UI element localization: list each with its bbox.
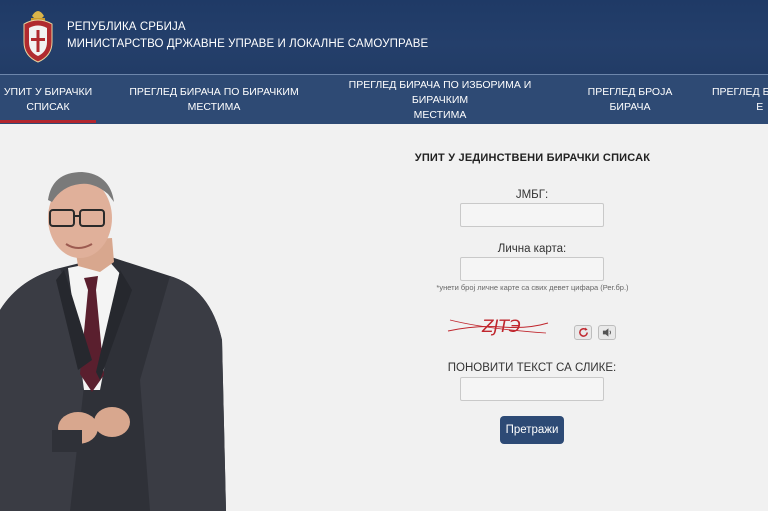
nav-item-voter-count[interactable]: ПРЕГЛЕД БРОЈА БИРАЧА bbox=[580, 75, 680, 125]
nav-item-voters-by-election[interactable]: ПРЕГЛЕД БИРАЧА ПО ИЗБОРИМА И БИРАЧКИМ МЕС… bbox=[322, 75, 558, 125]
person-photo bbox=[0, 172, 226, 511]
site-header: РЕПУБЛИКА СРБИЈА МИНИСТАРСТВО ДРЖАВНЕ УП… bbox=[0, 0, 768, 74]
main-navigation: УПИТ У БИРАЧКИ СПИСАК ПРЕГЛЕД БИРАЧА ПО Б… bbox=[0, 74, 768, 124]
captcha-text: ZJTЭ bbox=[481, 317, 521, 337]
header-ministry-name: МИНИСТАРСТВО ДРЖАВНЕ УПРАВЕ И ЛОКАЛНЕ СА… bbox=[67, 38, 429, 50]
captcha-refresh-button[interactable] bbox=[574, 325, 592, 340]
nav-label-line1: ПРЕГЛЕД БРОЈА bbox=[587, 86, 673, 98]
nav-label-line1: ПРЕГЛЕД Б bbox=[712, 86, 768, 98]
id-card-hint: *унети број личне карте са свих девет ци… bbox=[436, 283, 629, 292]
nav-label-line1: ПРЕГЛЕД БИРАЧА ПО БИРАЧКИМ bbox=[129, 86, 299, 98]
header-country-name: РЕПУБЛИКА СРБИЈА bbox=[67, 21, 186, 33]
speaker-icon bbox=[602, 328, 611, 337]
nav-label-line2: МЕСТИМА bbox=[413, 108, 467, 121]
nav-item-overview-cut[interactable]: ПРЕГЛЕД Б Е bbox=[712, 75, 768, 125]
captcha-repeat-label: ПОНОВИТИ ТЕКСТ СА СЛИКЕ: bbox=[447, 362, 617, 374]
id-card-label: Лична карта: bbox=[497, 243, 567, 255]
jmbg-label: ЈМБГ: bbox=[515, 189, 549, 201]
search-button[interactable]: Претражи bbox=[500, 416, 564, 444]
nav-label-line2: МЕСТИМА bbox=[187, 101, 241, 113]
nav-label-line2: СПИСАК bbox=[26, 101, 70, 113]
captcha-image: ZJTЭ bbox=[447, 317, 549, 337]
refresh-icon bbox=[578, 327, 588, 337]
nav-label-line2: БИРАЧА bbox=[609, 101, 651, 113]
nav-item-voter-list-query[interactable]: УПИТ У БИРАЧКИ СПИСАК bbox=[0, 75, 96, 125]
coat-of-arms-icon bbox=[23, 11, 53, 63]
nav-label-line1: ПРЕГЛЕД БИРАЧА ПО ИЗБОРИМА И БИРАЧКИМ bbox=[348, 78, 532, 106]
nav-label-line2: Е bbox=[756, 101, 764, 113]
nav-item-voters-by-polling-station[interactable]: ПРЕГЛЕД БИРАЧА ПО БИРАЧКИМ МЕСТИМА bbox=[124, 75, 304, 125]
captcha-audio-button[interactable] bbox=[598, 325, 616, 340]
nav-label-line1: УПИТ У БИРАЧКИ bbox=[3, 86, 93, 98]
id-card-input[interactable] bbox=[460, 257, 604, 281]
jmbg-input[interactable] bbox=[460, 203, 604, 227]
captcha-input[interactable] bbox=[460, 377, 604, 401]
form-title: УПИТ У ЈЕДИНСТВЕНИ БИРАЧКИ СПИСАК bbox=[414, 152, 651, 164]
